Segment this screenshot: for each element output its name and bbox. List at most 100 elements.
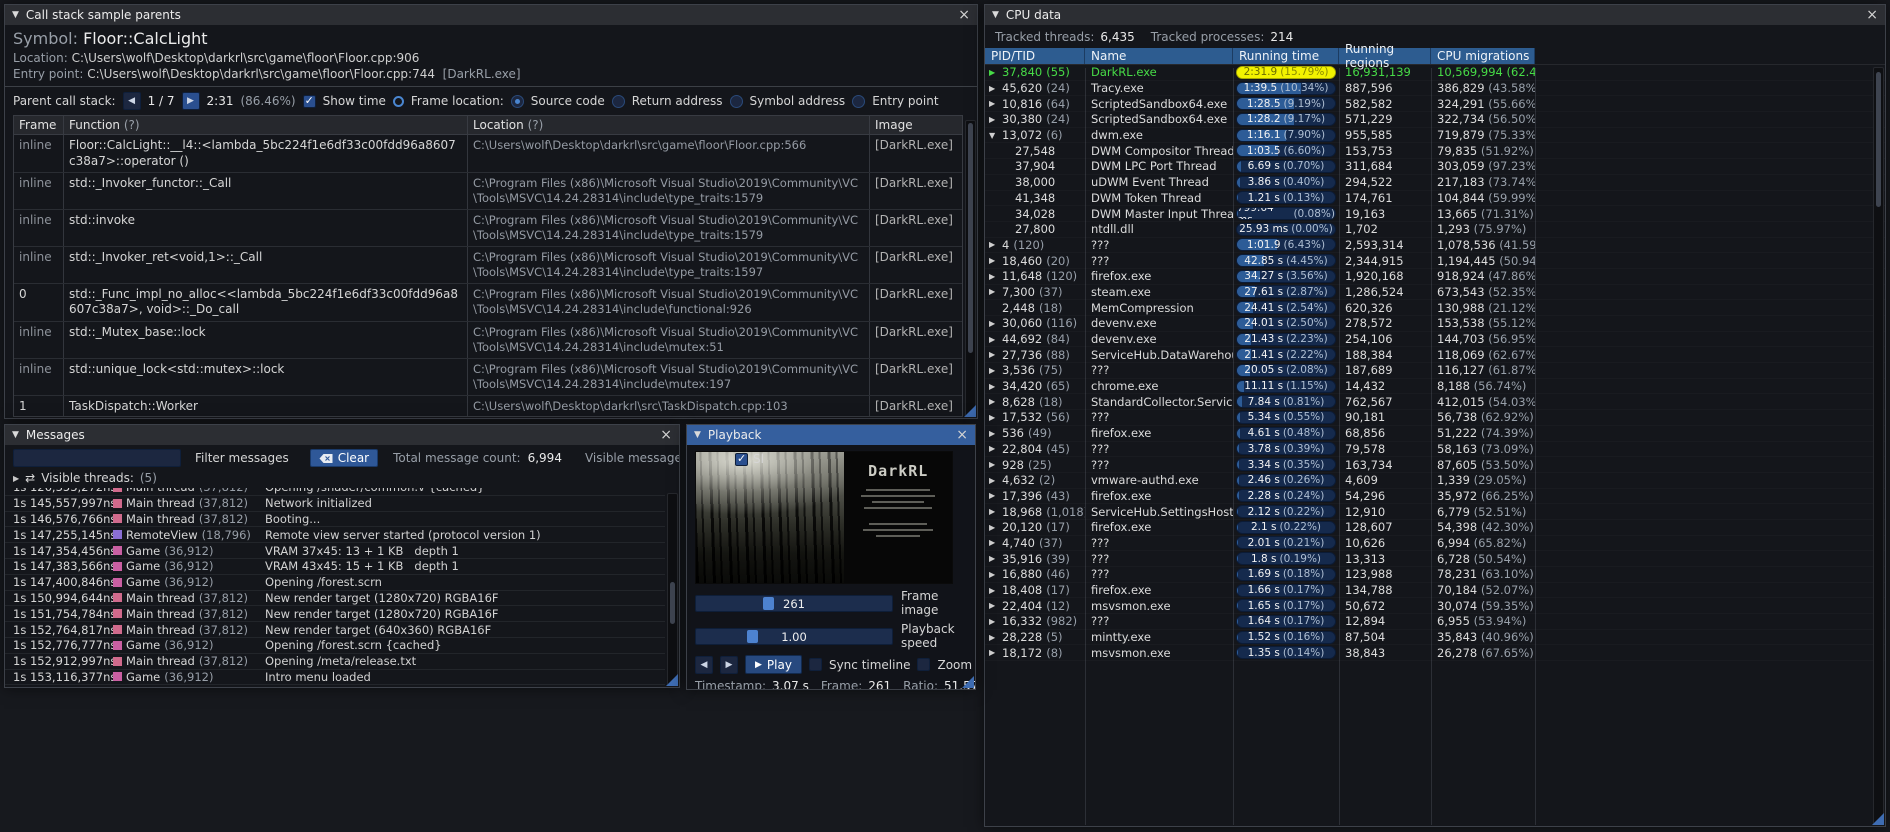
- radio-symbol-address[interactable]: [729, 94, 743, 108]
- message-row[interactable]: 1s 146,576,766ns Main thread (37,812) Booti…: [5, 512, 665, 528]
- filter-input[interactable]: [13, 449, 181, 467]
- cpu-table-row[interactable]: ▶ 16,332 (982)??? 1.64 s (0.17%) 12,894 6,955 …: [985, 614, 1885, 630]
- cpu-table-row[interactable]: 38,000 uDWM Event Thread 3.86 s (0.40%) 294,…: [985, 175, 1885, 191]
- header-running-regions[interactable]: Running regions: [1339, 42, 1431, 70]
- shuffle-icon[interactable]: ⇄: [25, 471, 35, 485]
- next-stack-button[interactable]: ▶: [181, 92, 200, 110]
- expand-icon[interactable]: ▶: [989, 366, 995, 375]
- close-icon[interactable]: ×: [1866, 8, 1878, 22]
- step-back-button[interactable]: ◀: [695, 655, 713, 674]
- cpu-table-row[interactable]: ▶ 4,740 (37)??? 2.01 s (0.21%) 10,626 6,994 (6…: [985, 536, 1885, 552]
- cpu-table-row[interactable]: ▶ 30,380 (24) ScriptedSandbox64.exe 1:28.2 (9…: [985, 112, 1885, 128]
- expand-icon[interactable]: ▶: [989, 397, 995, 406]
- cpu-table-row[interactable]: ▶ 928 (25)??? 3.34 s (0.35%) 163,734 87,605 (5…: [985, 457, 1885, 473]
- callstack-titlebar[interactable]: ▼ Call stack sample parents ×: [5, 5, 977, 25]
- cpu-titlebar[interactable]: ▼ CPU data ×: [985, 5, 1885, 25]
- playback-speed-slider[interactable]: 1.00: [695, 627, 893, 645]
- cpu-scrollbar[interactable]: [1873, 67, 1884, 825]
- cpu-table-row[interactable]: ▶ 11,648 (120) firefox.exe 34.27 s (3.56%) 1,9…: [985, 269, 1885, 285]
- expand-icon[interactable]: ▶: [989, 633, 995, 642]
- messages-titlebar[interactable]: ▼ Messages ×: [5, 425, 679, 445]
- message-row[interactable]: 1s 151,754,784ns Main thread (37,812) New r…: [5, 606, 665, 623]
- expand-icon[interactable]: ▶: [989, 335, 995, 344]
- cpu-table-row[interactable]: ▶27,736(88) ServiceHub.DataWarehouse21.41…: [985, 347, 1885, 363]
- prev-stack-button[interactable]: ◀: [122, 92, 141, 110]
- callstack-table-row[interactable]: 1 TaskDispatch::Worker C:\Users\wolf\Deskt…: [14, 395, 962, 416]
- callstack-table-row[interactable]: inline std::_Invoker_functor::_Call C:\Pro…: [14, 173, 962, 211]
- collapse-icon[interactable]: ▼: [694, 430, 701, 440]
- messages-scrollbar[interactable]: [667, 493, 678, 686]
- cpu-table-row[interactable]: ▶ 44,692 (84) devenv.exe 21.43 s (2.23%) 254,1…: [985, 332, 1885, 348]
- cpu-table-row[interactable]: ▶ 30,060 (116) devenv.exe 24.01 s (2.50%) 278,…: [985, 316, 1885, 332]
- expand-icon[interactable]: ▶: [989, 491, 995, 500]
- expand-icon[interactable]: ▶: [989, 256, 995, 265]
- message-row[interactable]: 1s 147,383,566ns Game (36,912) VRAM 43x45: …: [5, 559, 665, 575]
- cpu-table-row[interactable]: ▶ 536 (49) firefox.exe 4.61 s (0.48%) 68,856 51…: [985, 426, 1885, 442]
- cpu-table-row[interactable]: ▶ 18,172 (8) msvsmon.exe 1.35 s (0.14%) 38,843…: [985, 645, 1885, 661]
- expand-icon[interactable]: ▶: [989, 413, 995, 422]
- zoom-2x-checkbox[interactable]: [917, 658, 931, 671]
- collapse-icon[interactable]: ▼: [12, 430, 19, 440]
- expand-icon[interactable]: ▶: [989, 99, 995, 108]
- cpu-table-row[interactable]: ▶ 10,816 (64) ScriptedSandbox64.exe 1:28.5 (9…: [985, 96, 1885, 112]
- cpu-table-row[interactable]: ▼ 13,072 (6) dwm.exe 1:16.1 (7.90%) 955,585 719…: [985, 128, 1885, 144]
- cpu-table-row[interactable]: ▶ 34,420 (65) chrome.exe 11.11 s (1.15%) 14,43…: [985, 379, 1885, 395]
- header-name[interactable]: Name: [1085, 48, 1233, 64]
- close-icon[interactable]: ×: [956, 428, 968, 442]
- message-row[interactable]: 1s 152,776,777ns Game (36,912) Opening /for…: [5, 638, 665, 654]
- cpu-table-row[interactable]: ▶ 28,228 (5) mintty.exe 1.52 s (0.16%) 87,504 3…: [985, 630, 1885, 646]
- expand-icon[interactable]: ▶: [989, 617, 995, 626]
- cpu-table-row[interactable]: ▶ 4 (120)??? 1:01.9 (6.43%) 2,593,314 1,078,53…: [985, 238, 1885, 254]
- expand-icon[interactable]: ▶: [989, 115, 995, 124]
- expand-icon[interactable]: ▶: [989, 350, 995, 359]
- cpu-table-row[interactable]: ▶ 37,840 (55) DarkRL.exe 2:31.9 (15.79%) 16,93…: [985, 65, 1885, 81]
- collapse-icon[interactable]: ▼: [12, 10, 19, 20]
- expand-icon[interactable]: ▶: [989, 538, 995, 547]
- cpu-table-row[interactable]: 27,548 DWM Compositor Thread 1:03.5 (6.60%)…: [985, 143, 1885, 159]
- message-row[interactable]: 1s 126,353,272ns Main thread (37,812) Openi…: [5, 488, 665, 496]
- cpu-table-row[interactable]: ▶ 17,532 (56)??? 5.34 s (0.55%) 90,181 56,738 …: [985, 410, 1885, 426]
- close-icon[interactable]: ×: [660, 428, 672, 442]
- cpu-table-row[interactable]: 37,904 DWM LPC Port Thread 6.69 s (0.70%) 31…: [985, 159, 1885, 175]
- cpu-table-row[interactable]: ▶18,968(1,018) ServiceHub.SettingsHost.ex…: [985, 504, 1885, 520]
- expand-icon[interactable]: ▶: [989, 382, 995, 391]
- message-row[interactable]: 1s 150,994,644ns Main thread (37,812) New r…: [5, 591, 665, 607]
- expand-icon[interactable]: ▶: [989, 272, 995, 281]
- message-row[interactable]: 1s 147,400,846ns Game (36,912) Opening /for…: [5, 575, 665, 591]
- message-row[interactable]: 1s 145,557,997ns Main thread (37,812) Netwo…: [5, 496, 665, 512]
- message-row[interactable]: 1s 152,912,997ns Main thread (37,812) Openi…: [5, 654, 665, 670]
- visible-threads-row[interactable]: ▶ ⇄ Visible threads: (5): [5, 471, 679, 488]
- header-image[interactable]: Image: [870, 116, 962, 134]
- occluded-checkbox-group[interactable]: Sl: [735, 452, 764, 466]
- callstack-table-row[interactable]: inline Floor::CalcLight::__l4::<lambda_5b…: [14, 135, 962, 174]
- cpu-table-row[interactable]: ▶ 22,804 (45)??? 3.78 s (0.39%) 79,578 58,163 …: [985, 442, 1885, 458]
- cpu-table-row[interactable]: 2,448 (18) MemCompression 24.41 s (2.54%) 620…: [985, 300, 1885, 316]
- header-cpu-migrations[interactable]: CPU migrations: [1431, 48, 1535, 64]
- frame-image-slider[interactable]: 261: [695, 594, 893, 612]
- cpu-table-row[interactable]: 27,800 ntdll.dll 25.93 ms (0.00%) 1,702 1,293…: [985, 222, 1885, 238]
- sync-timeline-checkbox[interactable]: [808, 658, 822, 671]
- message-row[interactable]: 1s 147,255,145ns RemoteView (18,796) Remote…: [5, 527, 665, 544]
- cpu-table-row[interactable]: 41,348 DWM Token Thread 1.21 s (0.13%) 174,7…: [985, 191, 1885, 207]
- expand-icon[interactable]: ▶: [989, 287, 995, 296]
- expand-icon[interactable]: ▶: [989, 240, 995, 249]
- callstack-scrollbar[interactable]: [965, 120, 976, 417]
- expand-icon[interactable]: ▶: [989, 570, 995, 579]
- resize-grip[interactable]: [666, 674, 678, 686]
- callstack-table-row[interactable]: 0 std::_Func_impl_no_alloc<<lambda_5bc224…: [14, 283, 962, 322]
- callstack-table-row[interactable]: inline std::unique_lock<std::mutex>::lock…: [14, 358, 962, 396]
- radio-source-code[interactable]: [510, 94, 524, 108]
- play-button[interactable]: ▶ Play: [745, 655, 802, 674]
- expand-icon[interactable]: ▶: [989, 523, 995, 532]
- cpu-table-row[interactable]: ▶ 22,404 (12) msvsmon.exe 1.65 s (0.17%) 50,67…: [985, 598, 1885, 614]
- expand-icon[interactable]: ▶: [989, 554, 995, 563]
- resize-grip[interactable]: [962, 676, 974, 688]
- cpu-table-row[interactable]: ▶ 18,460 (20)??? 42.85 s (4.45%) 2,344,915 1,1…: [985, 253, 1885, 269]
- expand-icon[interactable]: ▶: [989, 460, 995, 469]
- show-time-checkbox[interactable]: [302, 94, 316, 108]
- expand-icon[interactable]: ▶: [989, 648, 995, 657]
- callstack-table-row[interactable]: inline std::invoke C:\Program Files (x86)\…: [14, 210, 962, 247]
- expand-icon[interactable]: ▶: [989, 444, 995, 453]
- cpu-table-row[interactable]: ▶ 3,536 (75)??? 20.05 s (2.08%) 187,689 116,12…: [985, 363, 1885, 379]
- callstack-table-row[interactable]: inline std::_Mutex_base::lock C:\Program F…: [14, 322, 962, 359]
